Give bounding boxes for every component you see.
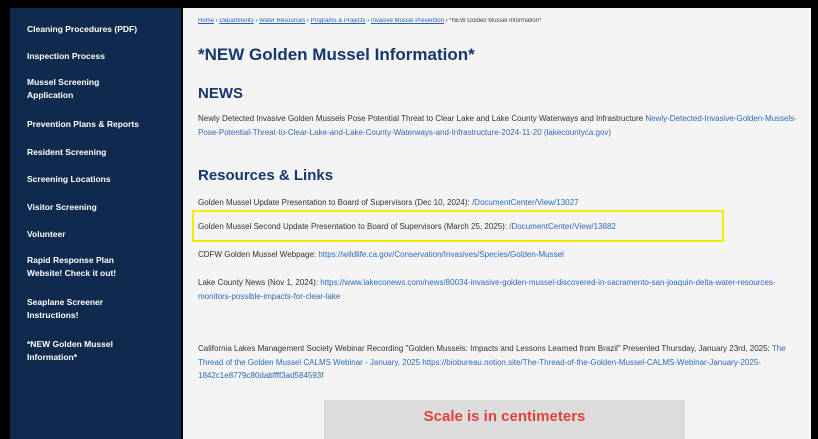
resource-item: Golden Mussel Update Presentation to Boa… <box>198 196 798 210</box>
resource-item: California Lakes Management Society Webi… <box>198 342 798 383</box>
sidebar-item-mussel-screening-application[interactable]: Mussel Screening Application <box>27 76 147 102</box>
resource-text: Lake County News (Nov 1, 2024): <box>198 278 321 287</box>
main-content: Home › Departments › Water Resources › P… <box>183 8 811 439</box>
resource-link[interactable]: https://wildlife.ca.gov/Conservation/Inv… <box>318 250 563 259</box>
resource-text: Golden Mussel Second Update Presentation… <box>198 222 510 231</box>
sidebar-nav: Cleaning Procedures (PDF) Inspection Pro… <box>10 8 181 439</box>
breadcrumb-departments[interactable]: Departments <box>219 18 253 24</box>
sidebar-item-visitor-screening[interactable]: Visitor Screening <box>27 201 175 214</box>
breadcrumb-invasive-mussel-prevention[interactable]: Invasive Mussel Prevention <box>371 18 444 24</box>
news-paragraph: Newly Detected Invasive Golden Mussels P… <box>198 112 798 139</box>
breadcrumb-water-resources[interactable]: Water Resources <box>259 18 305 24</box>
breadcrumb: Home › Departments › Water Resources › P… <box>198 18 798 24</box>
breadcrumb-current: *NEW Golden Mussel Information* <box>449 18 542 24</box>
news-heading: NEWS <box>198 85 243 102</box>
scale-photo: Scale is in centimeters <box>324 400 685 439</box>
breadcrumb-home[interactable]: Home <box>198 18 214 24</box>
resource-text: CDFW Golden Mussel Webpage: <box>198 250 319 259</box>
sidebar-item-prevention-plans[interactable]: Prevention Plans & Reports <box>27 118 175 131</box>
sidebar-item-rapid-response-plan[interactable]: Rapid Response Plan Website! Check it ou… <box>27 254 139 280</box>
top-bar <box>0 0 818 8</box>
sidebar-item-seaplane-screener[interactable]: Seaplane Screener Instructions! <box>27 296 127 322</box>
resource-item: Lake County News (Nov 1, 2024): https://… <box>198 276 798 303</box>
resource-item-highlighted: Golden Mussel Second Update Presentation… <box>198 220 798 234</box>
news-text: Newly Detected Invasive Golden Mussels P… <box>198 114 646 123</box>
resource-link[interactable]: /DocumentCenter/View/13027 <box>472 198 579 207</box>
sidebar-item-cleaning-procedures[interactable]: Cleaning Procedures (PDF) <box>27 23 175 36</box>
resource-text: California Lakes Management Society Webi… <box>198 344 772 353</box>
sidebar-item-screening-locations[interactable]: Screening Locations <box>27 173 175 186</box>
sidebar-item-volunteer[interactable]: Volunteer <box>27 228 175 241</box>
resource-item: CDFW Golden Mussel Webpage: https://wild… <box>198 248 798 262</box>
sidebar-item-inspection-process[interactable]: Inspection Process <box>27 50 175 63</box>
page-title: *NEW Golden Mussel Information* <box>198 45 475 64</box>
scale-caption: Scale is in centimeters <box>423 408 586 425</box>
sidebar-item-golden-mussel-information[interactable]: *NEW Golden Mussel Information* <box>27 338 139 364</box>
resources-heading: Resources & Links <box>198 167 334 184</box>
resource-link[interactable]: /DocumentCenter/View/13882 <box>509 222 616 231</box>
breadcrumb-programs-projects[interactable]: Programs & Projects <box>311 18 366 24</box>
resource-text: Golden Mussel Update Presentation to Boa… <box>198 198 472 207</box>
sidebar-item-resident-screening[interactable]: Resident Screening <box>27 146 175 159</box>
